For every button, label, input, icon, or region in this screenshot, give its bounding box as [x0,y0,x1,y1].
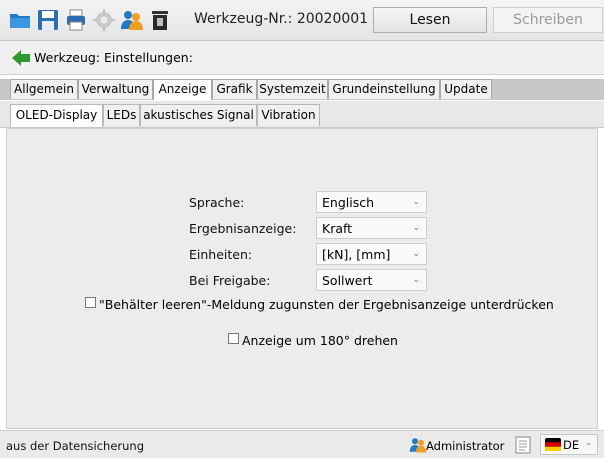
status-bar: aus der Datensicherung Administrator DE … [0,430,604,458]
language-select[interactable]: Englisch ⌄ [316,191,427,213]
print-icon[interactable] [64,8,88,32]
back-arrow-icon[interactable] [11,48,31,68]
folder-open-icon[interactable] [8,8,32,32]
tab-grundeinstellung[interactable]: Grundeinstellung [328,79,440,99]
rotate-display-option[interactable]: Anzeige um 180° drehen [228,333,398,348]
tab-systemzeit[interactable]: Systemzeit [257,79,328,99]
settings-panel: Sprache: Englisch ⌄ Ergebnisanzeige: Kra… [6,128,598,429]
main-tab-bar: Allgemein Verwaltung Anzeige Grafik Syst… [0,79,604,100]
tab-anzeige[interactable]: Anzeige [153,79,212,100]
subtab-vibration[interactable]: Vibration [257,104,320,126]
sub-tab-bar: OLED-Display LEDs akustisches Signal Vib… [0,101,604,128]
toolbar: Werkzeug-Nr.: 20020001 Lesen Schreiben [0,0,604,41]
status-message: aus der Datensicherung [6,439,144,453]
language-code: DE [563,438,580,452]
subtab-leds[interactable]: LEDs [103,104,140,126]
result-display-label: Ergebnisanzeige: [189,221,297,236]
language-value: Englisch [322,195,375,210]
document-icon[interactable] [515,436,531,454]
suppress-message-checkbox[interactable] [85,297,96,308]
suppress-message-label: "Behälter leeren"-Meldung zugunsten der … [99,297,554,312]
chevron-down-icon: ⌄ [412,249,420,259]
chevron-down-icon: ⌄ [585,438,592,447]
tab-grafik[interactable]: Grafik [212,79,257,99]
release-label: Bei Freigabe: [189,273,271,288]
current-user: Administrator [426,439,505,453]
chevron-down-icon: ⌄ [412,197,420,207]
tab-allgemein[interactable]: Allgemein [10,79,78,99]
language-selector[interactable]: DE ⌄ [540,434,598,455]
subtab-akustisches-signal[interactable]: akustisches Signal [140,104,257,126]
tab-verwaltung[interactable]: Verwaltung [78,79,153,99]
save-icon[interactable] [36,8,60,32]
users-icon [409,438,427,453]
result-display-select[interactable]: Kraft ⌄ [316,217,427,239]
write-button[interactable]: Schreiben [493,7,603,33]
users-icon[interactable] [120,8,144,32]
app-window: Werkzeug-Nr.: 20020001 Lesen Schreiben W… [0,0,604,458]
language-label: Sprache: [189,195,245,210]
breadcrumb: Werkzeug: Einstellungen: [0,41,604,75]
units-value: [kN], [mm] [322,247,391,262]
tool-number-label: Werkzeug-Nr.: 20020001 [194,11,369,27]
units-label: Einheiten: [189,247,253,262]
settings-gear-icon[interactable] [92,8,116,32]
german-flag-icon [545,438,561,451]
subtab-oled-display[interactable]: OLED-Display [10,104,103,127]
rotate-display-label: Anzeige um 180° drehen [242,333,398,348]
breadcrumb-title: Werkzeug: Einstellungen: [34,50,193,65]
tab-update[interactable]: Update [440,79,492,99]
release-value: Sollwert [322,273,373,288]
suppress-message-option[interactable]: "Behälter leeren"-Meldung zugunsten der … [85,297,554,312]
release-select[interactable]: Sollwert ⌄ [316,269,427,291]
chevron-down-icon: ⌄ [412,275,420,285]
result-display-value: Kraft [322,221,353,236]
rotate-display-checkbox[interactable] [228,333,239,344]
units-select[interactable]: [kN], [mm] ⌄ [316,243,427,265]
read-button[interactable]: Lesen [373,7,487,33]
chevron-down-icon: ⌄ [412,223,420,233]
trash-icon[interactable] [148,8,172,32]
